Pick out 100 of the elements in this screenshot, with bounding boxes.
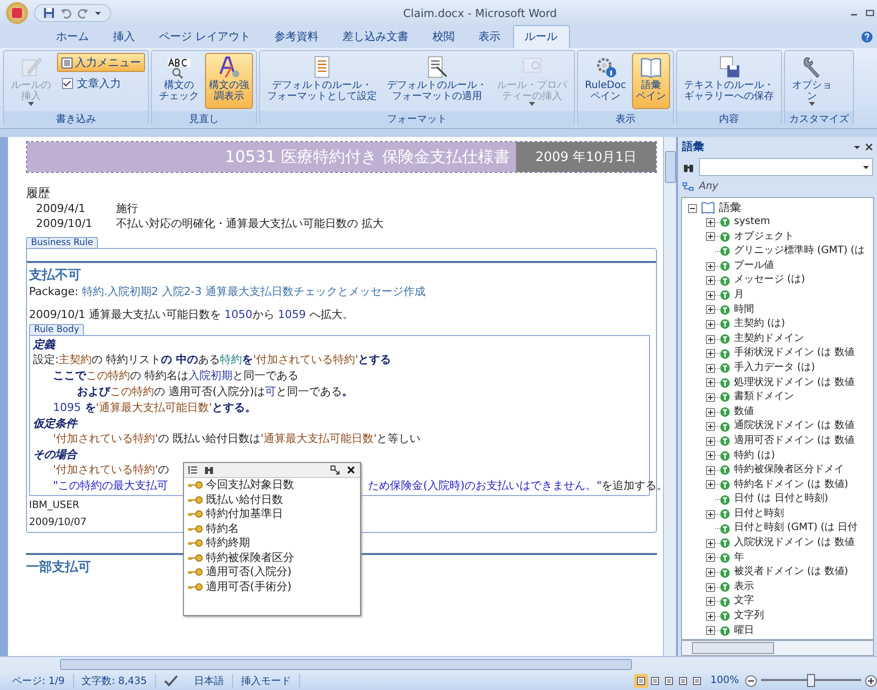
suggestion-item[interactable]: 特約付加基準日	[184, 507, 360, 522]
expand-icon[interactable]	[706, 538, 715, 548]
tree-item[interactable]: 特約 (は)	[688, 448, 873, 464]
expand-icon[interactable]	[706, 392, 715, 402]
tree-item[interactable]: 文字	[688, 594, 873, 610]
proofing-icon[interactable]	[164, 674, 178, 686]
ribbon-button[interactable]: オプショ ン	[788, 53, 836, 109]
language-indicator[interactable]: 日本語	[186, 674, 233, 688]
page-count[interactable]: ページ: 1/9	[4, 674, 74, 688]
ribbon-tab[interactable]: 校閲	[420, 25, 466, 48]
expand-icon[interactable]	[706, 349, 715, 358]
suggestion-item[interactable]: 特約終期	[184, 536, 360, 550]
expand-icon[interactable]	[706, 510, 715, 519]
tree-item[interactable]: ブール値	[688, 258, 873, 274]
tree-item[interactable]: 特約名ドメイン (は 数値)	[688, 478, 873, 492]
suggestion-item[interactable]: 既払い給付日数	[184, 492, 360, 507]
zoom-in-icon[interactable]	[865, 674, 877, 686]
ribbon-button[interactable]: テキストのルール・ ギャラリーへの保存	[680, 53, 778, 109]
horizontal-scrollbar[interactable]	[681, 640, 874, 656]
tree-item[interactable]: 手術状況ドメイン (は 数値	[688, 346, 873, 361]
save-icon[interactable]	[43, 7, 55, 19]
tree-item[interactable]: 日付と時刻 (GMT) (は 日付	[688, 521, 873, 536]
hierarchy-icon[interactable]	[682, 181, 695, 192]
expand-icon[interactable]	[706, 466, 715, 475]
tree-item[interactable]: オブジェクト	[688, 230, 873, 244]
expand-icon[interactable]	[706, 422, 715, 432]
expand-icon[interactable]	[706, 408, 715, 417]
expand-icon[interactable]	[706, 582, 715, 592]
tree-item[interactable]: 文字列	[688, 609, 873, 624]
undo-icon[interactable]	[60, 7, 72, 19]
tree-item[interactable]: 被災者ドメイン (は 数値)	[688, 565, 873, 580]
view-button[interactable]	[634, 674, 648, 688]
tree-item[interactable]: 書類ドメイン	[688, 390, 873, 405]
office-button[interactable]	[6, 2, 28, 24]
search-field[interactable]	[699, 158, 873, 176]
close-icon[interactable]	[865, 142, 873, 150]
resize-icon[interactable]	[330, 465, 340, 475]
suggestion-item[interactable]: 今回支払対象日数	[184, 478, 360, 492]
tree-item[interactable]: グリニッジ標準時 (GMT) (は	[688, 244, 873, 259]
tree-item[interactable]: 表示	[688, 580, 873, 594]
ribbon-button[interactable]: 構文の チェック	[155, 53, 203, 109]
redo-icon[interactable]	[77, 7, 89, 19]
tree-item[interactable]: 手入力データ (は)	[688, 360, 873, 376]
expand-icon[interactable]	[706, 232, 715, 242]
tree-item[interactable]: 処理状況ドメイン (は 数値	[688, 376, 873, 390]
collapse-icon[interactable]	[688, 204, 697, 212]
ribbon-tab[interactable]: 表示	[466, 25, 512, 48]
dropdown-icon[interactable]	[94, 9, 102, 17]
tree-item[interactable]: 日付 (は 日付と時刻)	[688, 492, 873, 507]
tree-item[interactable]: 主契約 (は)	[688, 317, 873, 332]
expand-icon[interactable]	[706, 276, 715, 286]
suggestion-item[interactable]: 特約名	[184, 522, 360, 536]
list-icon[interactable]	[188, 465, 198, 475]
tree-item[interactable]: 通院状況ドメイン (は 数値	[688, 419, 873, 434]
expand-icon[interactable]	[706, 290, 715, 300]
suggestion-item[interactable]: 適用可否(手術分)	[184, 580, 360, 594]
help-icon[interactable]	[861, 31, 873, 43]
expand-icon[interactable]	[706, 597, 715, 606]
horizontal-scrollbar[interactable]	[0, 656, 877, 671]
suggestion-item[interactable]: 特約被保険者区分	[184, 550, 360, 565]
expand-icon[interactable]	[706, 364, 715, 373]
tree-item[interactable]: 特約被保険者区分ドメイ	[688, 463, 873, 478]
tree-item[interactable]: 語彙	[688, 201, 873, 215]
binoculars-icon[interactable]	[204, 465, 214, 475]
expand-icon[interactable]	[706, 305, 715, 314]
business-rule-tag[interactable]: Business Rule	[26, 237, 98, 248]
expand-icon[interactable]	[706, 612, 715, 621]
expand-icon[interactable]	[706, 568, 715, 578]
ribbon-button[interactable]: 構文の強 調表示	[205, 53, 253, 109]
expand-icon[interactable]	[706, 320, 715, 329]
tree-item[interactable]: 年	[688, 550, 873, 566]
expand-icon[interactable]	[706, 451, 715, 460]
ribbon-tab[interactable]: 参考資料	[262, 25, 330, 48]
ribbon-button[interactable]: 語彙 ペイン	[632, 53, 670, 109]
maximize-icon[interactable]	[865, 8, 875, 18]
dropdown-icon[interactable]	[862, 163, 870, 171]
tree-item[interactable]: 適用可否ドメイン (は 数値	[688, 434, 873, 448]
expand-icon[interactable]	[706, 480, 715, 490]
ribbon-tab[interactable]: 挿入	[101, 25, 147, 48]
tree-item[interactable]: 日付と時刻	[688, 506, 873, 522]
tree-item[interactable]: メッセージ (は)	[688, 273, 873, 288]
zoom-level[interactable]: 100%	[704, 675, 745, 686]
ribbon-tab[interactable]: 差し込み文書	[330, 25, 420, 48]
text-input-checkbox[interactable]: 文章入力	[57, 74, 126, 93]
word-count[interactable]: 文字数: 8,435	[74, 674, 156, 688]
ribbon-button[interactable]: デフォルトのルール・ フォーマットの適用	[383, 53, 491, 109]
ribbon-button[interactable]: 入力メニュー	[57, 53, 145, 72]
insert-mode[interactable]: 挿入モード	[232, 674, 300, 688]
tree-item[interactable]: 数値	[688, 404, 873, 420]
tree-item[interactable]: 入院状況ドメイン (は 数値	[688, 536, 873, 551]
expand-icon[interactable]	[706, 553, 715, 562]
expand-icon[interactable]	[706, 626, 715, 636]
tree-item[interactable]: system	[688, 215, 873, 230]
tree-item[interactable]: 時間	[688, 302, 873, 318]
vertical-scrollbar[interactable]	[663, 137, 676, 656]
ribbon-tab[interactable]: ホーム	[44, 25, 101, 48]
ribbon-tab[interactable]: ページ レイアウト	[147, 25, 262, 48]
filter-value[interactable]: Any	[699, 181, 718, 192]
tree-item[interactable]: 主契約ドメイン	[688, 332, 873, 346]
ribbon-button[interactable]: デフォルトのルール・ フォーマットとして設定	[263, 53, 381, 109]
